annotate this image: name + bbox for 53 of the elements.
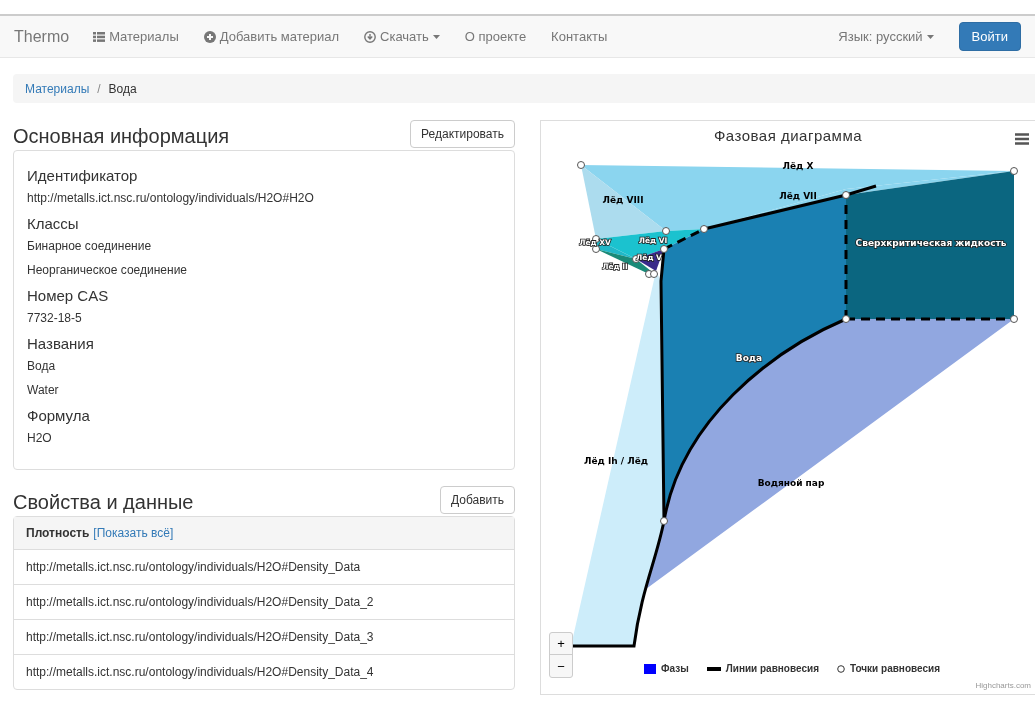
brand[interactable]: Thermo <box>14 27 70 46</box>
menu-icon[interactable] <box>1015 133 1029 145</box>
group-title: Плотность <box>26 526 90 540</box>
zoom-out-button[interactable]: − <box>550 655 572 677</box>
field-heading: Классы <box>27 215 80 232</box>
field-value: 7732-18-5 <box>27 311 83 325</box>
table-row[interactable]: http://metalls.ict.nsc.ru/ontology/individuals/H2O#Density_Data <box>14 550 514 585</box>
legend-item[interactable]: Линии равновесия <box>706 663 819 674</box>
region-label: Лёд X <box>782 161 814 171</box>
field-heading: Названия <box>27 335 95 352</box>
table-row[interactable]: http://metalls.ict.nsc.ru/ontology/individuals/H2O#Density_Data_3 <box>14 620 514 655</box>
legend-item[interactable]: Фазы <box>644 663 689 674</box>
field-value: http://metalls.ict.nsc.ru/ontology/individuals/H2O#H2O <box>27 191 315 205</box>
breadcrumb-current[interactable]: Вода <box>108 81 137 96</box>
language-dropdown[interactable]: Язык: русский <box>838 29 934 44</box>
caret-icon <box>926 34 934 39</box>
login-button[interactable]: Войти <box>958 22 1021 51</box>
table-row[interactable]: http://metalls.ict.nsc.ru/ontology/individuals/H2O#Density_Data_4 <box>14 655 514 689</box>
legend-circle-icon <box>836 664 845 673</box>
list-icon <box>93 31 106 42</box>
field-value: Неорганическое соединение <box>27 263 189 277</box>
breadcrumb-link[interactable]: Материалы <box>25 81 90 96</box>
plus-circle-icon <box>203 30 216 43</box>
region-label: Лёд VII <box>779 191 817 201</box>
field-value: Бинарное соединение <box>27 239 153 253</box>
download-icon <box>364 30 377 43</box>
region-label: Сверхкритическая жидкость <box>855 238 1007 248</box>
region-label: Лёд VIII <box>602 195 644 205</box>
add-button[interactable]: Добавить <box>439 486 515 514</box>
region-label: Водяной пар <box>757 478 825 488</box>
zoom-in-button[interactable]: + <box>550 633 572 655</box>
field-value: H2O <box>27 431 53 445</box>
field-value: Water <box>27 383 60 397</box>
field-heading: Идентификатор <box>27 167 139 184</box>
region-label: Лёд Ih / Лёд <box>583 456 649 466</box>
nav-link[interactable]: О проекте <box>464 29 527 44</box>
edit-button[interactable]: Редактировать <box>410 120 515 148</box>
nav-link[interactable]: Добавить материал <box>203 29 340 44</box>
breadcrumb-separator: / <box>97 81 101 96</box>
show-all-link[interactable]: [Показать всё] <box>93 526 174 540</box>
section-title: Свойства и данные <box>13 491 194 514</box>
field-heading: Номер CAS <box>27 287 110 304</box>
region-label: Вода <box>735 353 763 363</box>
nav-link[interactable]: Скачать <box>364 29 440 44</box>
nav-link[interactable]: Контакты <box>551 29 608 44</box>
caret-icon <box>432 34 440 39</box>
chart-title: Фазовая диаграмма <box>713 127 863 144</box>
section-title: Основная информация <box>13 125 230 148</box>
legend-item[interactable]: Точки равновесия <box>836 663 940 674</box>
field-value: Вода <box>27 359 57 373</box>
nav-link[interactable]: Материалы <box>93 29 179 44</box>
table-row[interactable]: http://metalls.ict.nsc.ru/ontology/individuals/H2O#Density_Data_2 <box>14 585 514 620</box>
field-heading: Формула <box>27 407 91 424</box>
